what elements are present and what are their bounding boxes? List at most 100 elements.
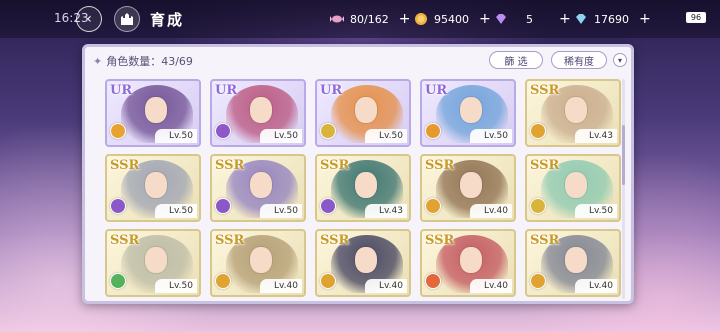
character-face: [250, 97, 272, 123]
level-label: Lv.40: [470, 204, 512, 218]
level-label: Lv.50: [260, 129, 302, 143]
rarity-badge: SSR: [530, 158, 560, 173]
element-icon: [530, 273, 546, 289]
character-card[interactable]: UR Lv.50: [105, 79, 201, 147]
character-face: [565, 97, 587, 123]
element-icon: [530, 123, 546, 139]
chevron-down-icon: ▾: [617, 55, 622, 65]
gem-icon: [496, 14, 506, 24]
character-count: ✦ 角色数量：43/69: [93, 53, 193, 69]
character-face: [460, 172, 482, 198]
character-card[interactable]: SSR Lv.50: [525, 154, 621, 222]
scrollbar-thumb[interactable]: [622, 125, 625, 185]
top-bar: 16:23 ‹ 育成 80/162 + 95400 + 5 + 17690 +: [0, 0, 720, 38]
home-button[interactable]: [114, 6, 140, 32]
rarity-badge: UR: [425, 83, 448, 98]
rarity-badge: SSR: [530, 83, 560, 98]
character-card[interactable]: SSR Lv.40: [525, 229, 621, 297]
character-card[interactable]: SSR Lv.40: [420, 154, 516, 222]
character-card[interactable]: SSR Lv.50: [105, 154, 201, 222]
element-icon: [110, 198, 126, 214]
element-icon: [215, 123, 231, 139]
page-title: 育成: [150, 11, 185, 29]
character-card[interactable]: SSR Lv.40: [420, 229, 516, 297]
level-label: Lv.40: [470, 279, 512, 293]
character-face: [250, 172, 272, 198]
element-icon: [110, 123, 126, 139]
level-label: Lv.43: [575, 129, 617, 143]
level-label: Lv.40: [575, 279, 617, 293]
character-face: [145, 97, 167, 123]
rarity-badge: SSR: [215, 158, 245, 173]
character-count-label: 角色数量：43/69: [106, 55, 193, 68]
character-card[interactable]: UR Lv.50: [315, 79, 411, 147]
castle-icon: [121, 13, 133, 25]
level-label: Lv.43: [365, 204, 407, 218]
character-card[interactable]: SSR Lv.43: [525, 79, 621, 147]
level-label: Lv.50: [155, 204, 197, 218]
element-icon: [110, 273, 126, 289]
rarity-badge: SSR: [425, 158, 455, 173]
level-label: Lv.50: [155, 279, 197, 293]
back-button[interactable]: ‹: [76, 6, 102, 32]
element-icon: [320, 198, 336, 214]
element-icon: [425, 198, 441, 214]
sort-order-button[interactable]: ▾: [613, 53, 627, 67]
element-icon: [425, 123, 441, 139]
character-card[interactable]: SSR Lv.40: [315, 229, 411, 297]
add-diamond-button[interactable]: +: [639, 11, 651, 27]
element-icon: [215, 273, 231, 289]
sort-rarity-button[interactable]: 稀有度: [551, 51, 607, 69]
level-label: Lv.50: [155, 129, 197, 143]
character-face: [145, 247, 167, 273]
character-card[interactable]: SSR Lv.50: [105, 229, 201, 297]
rarity-badge: UR: [320, 83, 343, 98]
scrollbar-track[interactable]: [622, 79, 625, 299]
rarity-badge: SSR: [110, 158, 140, 173]
level-label: Lv.40: [260, 279, 302, 293]
rarity-badge: SSR: [425, 233, 455, 248]
rarity-badge: UR: [110, 83, 133, 98]
character-card[interactable]: UR Lv.50: [210, 79, 306, 147]
coin-icon: [415, 13, 427, 25]
candy-icon: [330, 15, 344, 23]
gem-value: 5: [526, 12, 533, 26]
add-coin-button[interactable]: +: [479, 11, 491, 27]
level-label: Lv.50: [575, 204, 617, 218]
character-grid: UR Lv.50 UR Lv.50 UR Lv.50 UR Lv.50 SSR Lv.43 SSR L…: [105, 79, 621, 297]
add-candy-button[interactable]: +: [399, 11, 411, 27]
diamond-value: 17690: [594, 12, 629, 26]
character-card[interactable]: UR Lv.50: [420, 79, 516, 147]
character-card[interactable]: SSR Lv.43: [315, 154, 411, 222]
rarity-badge: SSR: [110, 233, 140, 248]
element-icon: [320, 273, 336, 289]
character-face: [145, 172, 167, 198]
diamond-icon: [576, 14, 586, 24]
character-panel: ✦ 角色数量：43/69 篩 选 稀有度 ▾ UR Lv.50 UR Lv.50 UR L…: [82, 44, 634, 304]
character-card[interactable]: SSR Lv.50: [210, 154, 306, 222]
level-label: Lv.50: [365, 129, 407, 143]
add-gem-button[interactable]: +: [559, 11, 571, 27]
level-label: Lv.50: [260, 204, 302, 218]
character-face: [355, 247, 377, 273]
element-icon: [425, 273, 441, 289]
character-face: [355, 172, 377, 198]
element-icon: [530, 198, 546, 214]
character-face: [250, 247, 272, 273]
character-face: [565, 172, 587, 198]
resource-coin: 95400 +: [414, 10, 491, 28]
filter-button[interactable]: 篩 选: [489, 51, 543, 69]
resource-gem: 5 +: [494, 10, 571, 28]
character-face: [355, 97, 377, 123]
sparkle-icon: ✦: [93, 54, 103, 68]
resource-candy: 80/162 +: [330, 10, 410, 28]
character-card[interactable]: SSR Lv.40: [210, 229, 306, 297]
candy-value: 80/162: [350, 12, 389, 26]
character-face: [565, 247, 587, 273]
rarity-badge: SSR: [530, 233, 560, 248]
character-face: [460, 97, 482, 123]
character-face: [460, 247, 482, 273]
element-icon: [320, 123, 336, 139]
rarity-badge: SSR: [320, 233, 350, 248]
rarity-badge: SSR: [320, 158, 350, 173]
